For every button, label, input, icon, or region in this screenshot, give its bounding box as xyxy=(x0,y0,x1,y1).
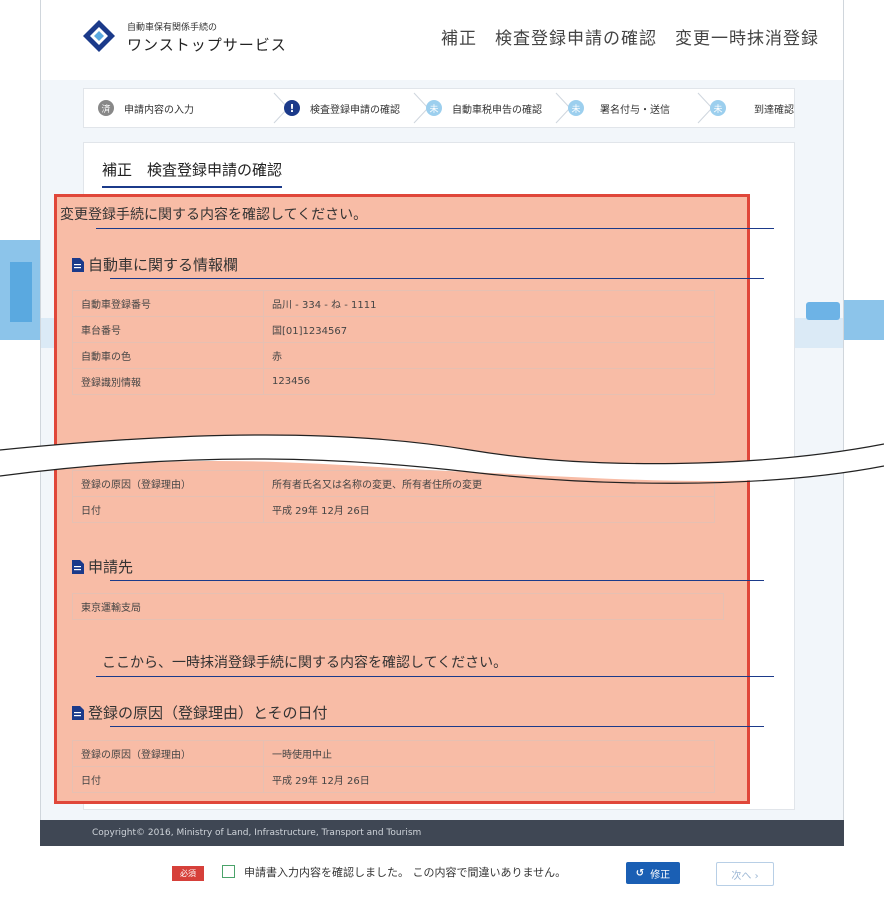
table-row: 自動車登録番号 品川 - 334 - ね - 1111 xyxy=(72,290,715,317)
step-badge: 済 xyxy=(98,100,114,116)
logo-title: ワンストップサービス xyxy=(127,36,287,54)
step-badge: 未 xyxy=(426,100,442,116)
divider xyxy=(110,580,764,581)
row-value: 123456 xyxy=(263,368,715,395)
subsection-title-text: 登録の原因（登録理由）とその日付 xyxy=(88,704,328,722)
row-value: 赤 xyxy=(263,342,715,369)
table-row: 車台番号 国[01]1234567 xyxy=(72,316,715,343)
document-icon xyxy=(72,705,84,720)
subsection-destination-title: 申請先 xyxy=(72,556,133,577)
step-label: 検査登録申請の確認 xyxy=(310,104,400,116)
table-row: 登録識別情報 123456 xyxy=(72,368,715,395)
step-sign: 未 署名付与・送信 xyxy=(568,89,670,127)
divider xyxy=(110,726,764,727)
page-title: 補正 検査登録申請の確認 変更一時抹消登録 xyxy=(441,29,819,49)
row-value: 平成 29年 12月 26日 xyxy=(263,496,715,523)
next-button[interactable]: 次へ › xyxy=(716,862,774,886)
step-confirm: ! 検査登録申請の確認 xyxy=(284,89,400,127)
row-label: 登録の原因（登録理由） xyxy=(72,740,264,767)
confirm-label[interactable]: 申請書入力内容を確認しました。 この内容で間違いありません。 xyxy=(244,864,566,880)
step-tax: 未 自動車税申告の確認 xyxy=(426,89,542,127)
subsection-title-text: 申請先 xyxy=(88,558,134,576)
row-value: 一時使用中止 xyxy=(263,740,715,767)
row-label: 自動車登録番号 xyxy=(72,290,264,317)
table-row: 登録の原因（登録理由） 一時使用中止 xyxy=(72,740,715,767)
step-badge: ! xyxy=(284,100,300,116)
row-value: 国[01]1234567 xyxy=(263,316,715,343)
divider xyxy=(96,228,774,229)
card-title: 補正 検査登録申請の確認 xyxy=(102,159,283,188)
subsection-title-text: 自動車に関する情報欄 xyxy=(88,256,239,274)
confirm-checkbox[interactable] xyxy=(222,865,235,878)
action-bar: 必須 申請書入力内容を確認しました。 この内容で間違いありません。 ↺ 修正 次… xyxy=(40,846,844,900)
step-label: 申請内容の入力 xyxy=(124,104,194,116)
step-badge: 未 xyxy=(710,100,726,116)
table-row: 東京運輸支局 xyxy=(72,593,724,620)
progress-steps: 済 申請内容の入力 ! 検査登録申請の確認 未 自動車税申告の確認 未 署名付与… xyxy=(83,88,795,128)
building-decoration xyxy=(10,262,32,322)
row-label: 登録識別情報 xyxy=(72,368,264,395)
fix-button[interactable]: ↺ 修正 xyxy=(626,862,680,884)
vehicle-info-table: 自動車登録番号 品川 - 334 - ね - 1111 車台番号 国[01]1234… xyxy=(72,290,715,395)
step-label: 自動車税申告の確認 xyxy=(452,104,542,116)
step-input: 済 申請内容の入力 xyxy=(98,89,194,127)
page-break-wave xyxy=(0,434,884,484)
row-value: 品川 - 334 - ね - 1111 xyxy=(263,290,715,317)
section-heading-suspension: ここから、一時抹消登録手続に関する内容を確認してください。 xyxy=(102,655,508,671)
suspension-reason-table: 登録の原因（登録理由） 一時使用中止 日付 平成 29年 12月 26日 xyxy=(72,740,715,793)
undo-icon: ↺ xyxy=(635,867,645,879)
divider xyxy=(96,676,774,677)
required-badge: 必須 xyxy=(172,866,204,881)
table-row: 日付 平成 29年 12月 26日 xyxy=(72,496,715,523)
section-heading-change: 変更登録手続に関する内容を確認してください。 xyxy=(60,207,368,223)
subsection-vehicle-title: 自動車に関する情報欄 xyxy=(72,254,238,275)
step-arrival: 未 到達確認 xyxy=(710,89,794,127)
logo-subtitle: 自動車保有関係手続の xyxy=(127,23,218,33)
truck-decoration xyxy=(806,302,840,320)
skyline-decoration-right xyxy=(844,300,884,340)
destination-value: 東京運輸支局 xyxy=(72,593,724,620)
row-label: 日付 xyxy=(72,766,264,793)
row-label: 日付 xyxy=(72,496,264,523)
logo-diamond-icon xyxy=(83,20,115,52)
document-icon xyxy=(72,257,84,272)
fix-button-label: 修正 xyxy=(650,869,671,881)
site-header: 自動車保有関係手続の ワンストップサービス 補正 検査登録申請の確認 変更一時抹… xyxy=(41,0,843,80)
document-icon xyxy=(72,559,84,574)
step-label: 到達確認 xyxy=(754,104,794,116)
step-label: 署名付与・送信 xyxy=(600,104,670,116)
destination-table: 東京運輸支局 xyxy=(72,593,724,620)
subsection-reason-title: 登録の原因（登録理由）とその日付 xyxy=(72,702,328,723)
step-badge: 未 xyxy=(568,100,584,116)
table-row: 自動車の色赤 xyxy=(72,342,715,369)
row-value: 平成 29年 12月 26日 xyxy=(263,766,715,793)
table-row: 日付 平成 29年 12月 26日 xyxy=(72,766,715,793)
row-label: 車台番号 xyxy=(72,316,264,343)
row-label: 自動車の色 xyxy=(72,342,264,369)
divider xyxy=(110,278,764,279)
